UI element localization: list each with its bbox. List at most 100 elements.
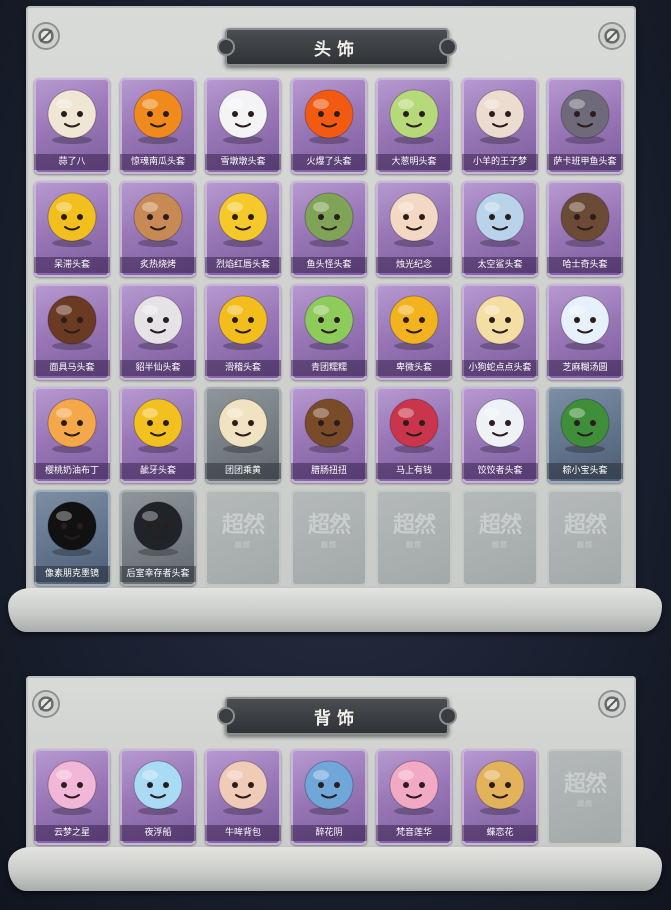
ice-ship-icon [128, 755, 188, 817]
item-label: 龇牙头套 [120, 463, 196, 479]
locked-slot: 超然 超然 [462, 490, 538, 586]
grin-emoji-head-icon [128, 393, 188, 455]
item-label: 芝麻糊汤圆 [547, 360, 623, 376]
item-label: 炙热烧烤 [120, 257, 196, 273]
item-label: 貂半仙头套 [120, 360, 196, 376]
locked-watermark-icon: 超然 超然 [382, 510, 446, 560]
locked-watermark-sub: 超然 [406, 541, 422, 549]
item-label: 烈焰红唇头套 [205, 257, 281, 273]
item-slot[interactable]: 牛哞背包 [205, 749, 281, 845]
item-slot[interactable]: 火爆了头套 [291, 78, 367, 174]
rice-ball-head-icon [555, 290, 615, 352]
unicorn-wings-icon [42, 755, 102, 817]
flower-wreath-icon [299, 755, 359, 817]
locked-watermark-main: 超然 [307, 512, 351, 538]
locked-watermark-icon: 超然 超然 [553, 769, 617, 819]
item-slot[interactable]: 面具马头套 [34, 284, 110, 380]
item-slot[interactable]: 梵音莲华 [376, 749, 452, 845]
item-slot[interactable]: 卑微头套 [376, 284, 452, 380]
locked-watermark-icon: 超然 超然 [297, 510, 361, 560]
item-slot[interactable]: 雪墩墩头套 [205, 78, 281, 174]
item-label: 团团乘黄 [205, 463, 281, 479]
item-label: 蒜了八 [34, 154, 110, 170]
panel-corner-ornament-icon [600, 24, 624, 48]
snake-head-icon [470, 290, 530, 352]
item-slot[interactable]: 滑稽头套 [205, 284, 281, 380]
locked-watermark-sub: 超然 [577, 800, 593, 808]
fish-head-icon [555, 84, 615, 146]
item-slot[interactable]: 马上有钱 [376, 387, 452, 483]
item-label: 小狗蛇点点头套 [462, 360, 538, 376]
item-slot[interactable]: 龇牙头套 [120, 387, 196, 483]
item-slot[interactable]: 腊肠扭扭 [291, 387, 367, 483]
item-slot[interactable]: 芝麻糊汤圆 [547, 284, 623, 380]
dumpling-head-icon [470, 393, 530, 455]
item-slot[interactable]: 烈焰红唇头套 [205, 181, 281, 277]
item-slot[interactable]: 萨卡班甲鱼头套 [547, 78, 623, 174]
item-slot[interactable]: 云梦之星 [34, 749, 110, 845]
item-slot[interactable]: 太空鲨头套 [462, 181, 538, 277]
locked-watermark-main: 超然 [392, 512, 436, 538]
locked-slot: 超然 超然 [376, 490, 452, 586]
item-slot[interactable]: 小羊的王子梦 [462, 78, 538, 174]
item-slot[interactable]: 樱桃奶油布丁 [34, 387, 110, 483]
item-slot[interactable]: 蝶恋花 [462, 749, 538, 845]
item-slot[interactable]: 呆滞头套 [34, 181, 110, 277]
item-slot[interactable]: 青团糯糯 [291, 284, 367, 380]
item-label: 蝶恋花 [462, 825, 538, 841]
locked-watermark-main: 超然 [221, 512, 265, 538]
item-slot[interactable]: 炙热烧烤 [120, 181, 196, 277]
locked-watermark-sub: 超然 [321, 541, 337, 549]
item-slot[interactable]: 大葱明头套 [376, 78, 452, 174]
item-slot[interactable]: 小狗蛇点点头套 [462, 284, 538, 380]
item-slot[interactable]: 醉花阴 [291, 749, 367, 845]
item-label: 鱼头怪头套 [291, 257, 367, 273]
pudding-head-icon [42, 393, 102, 455]
item-label: 面具马头套 [34, 360, 110, 376]
item-label: 樱桃奶油布丁 [34, 463, 110, 479]
item-slot[interactable]: 惊魂南瓜头套 [120, 78, 196, 174]
section-title-headwear: 头饰 [217, 28, 457, 66]
locked-slot: 超然 超然 [205, 490, 281, 586]
item-slot[interactable]: 后室幸存者头套 [120, 490, 196, 586]
item-slot[interactable]: 鱼头怪头套 [291, 181, 367, 277]
item-label: 火爆了头套 [291, 154, 367, 170]
item-slot[interactable]: 夜浮船 [120, 749, 196, 845]
item-slot[interactable]: 烛光纪念 [376, 181, 452, 277]
horse-head-icon [42, 290, 102, 352]
item-slot[interactable]: 哈士奇头套 [547, 181, 623, 277]
item-label: 烛光纪念 [376, 257, 452, 273]
scroll-roll-decoration [8, 847, 662, 891]
item-label: 腊肠扭扭 [291, 463, 367, 479]
item-slot[interactable]: 团团乘黄 [205, 387, 281, 483]
item-label: 后室幸存者头套 [120, 566, 196, 582]
fire-head-icon [299, 84, 359, 146]
item-label: 呆滞头套 [34, 257, 110, 273]
item-label: 小羊的王子梦 [462, 154, 538, 170]
gas-mask-helmet-icon [128, 496, 188, 558]
locked-watermark-icon: 超然 超然 [553, 510, 617, 560]
green-fish-head-icon [299, 187, 359, 249]
locked-watermark-sub: 超然 [577, 541, 593, 549]
locked-watermark-main: 超然 [563, 771, 607, 797]
scroll-roll-decoration [8, 588, 662, 632]
humble-face-head-icon [384, 290, 444, 352]
item-slot[interactable]: 饺饺者头套 [462, 387, 538, 483]
panel-corner-ornament-icon [34, 692, 58, 716]
koala-head-icon [128, 290, 188, 352]
yellow-mouse-head-icon [213, 187, 273, 249]
item-label: 梵音莲华 [376, 825, 452, 841]
item-label: 雪墩墩头套 [205, 154, 281, 170]
locked-watermark-main: 超然 [478, 512, 522, 538]
item-slot[interactable]: 像素朋克墨镜 [34, 490, 110, 586]
husky-head-icon [555, 187, 615, 249]
item-label: 大葱明头套 [376, 154, 452, 170]
locked-slot: 超然 超然 [547, 490, 623, 586]
item-label: 卑微头套 [376, 360, 452, 376]
item-label: 醉花阴 [291, 825, 367, 841]
item-label: 牛哞背包 [205, 825, 281, 841]
item-slot[interactable]: 貂半仙头套 [120, 284, 196, 380]
item-slot[interactable]: 粽小宝头套 [547, 387, 623, 483]
item-slot[interactable]: 蒜了八 [34, 78, 110, 174]
locked-watermark-icon: 超然 超然 [468, 510, 532, 560]
